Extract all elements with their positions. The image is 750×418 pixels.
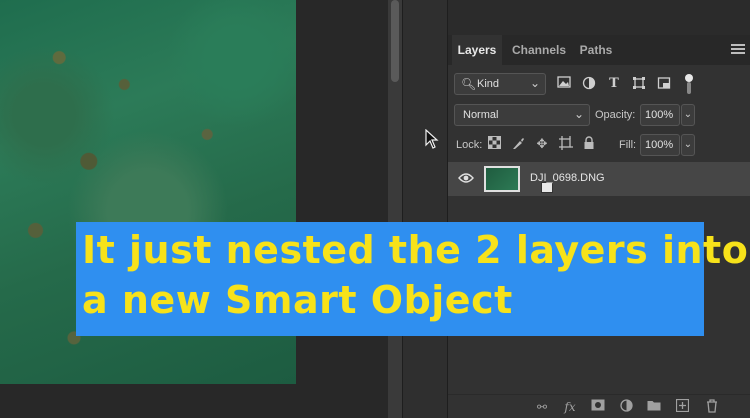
lock-position-icon[interactable]: ✥ <box>534 136 550 152</box>
lock-image-pixels-icon[interactable] <box>510 136 526 152</box>
filter-kind-label: Kind <box>477 78 500 90</box>
opacity-input[interactable]: 100% <box>640 104 680 126</box>
opacity-slider-toggle[interactable]: ⌄ <box>681 104 695 126</box>
chevron-down-icon: ⌄ <box>529 76 540 90</box>
document-canvas-area[interactable] <box>0 0 388 418</box>
layers-panel: Layers Channels Paths 🔍︎ Kind ⌄ T Normal… <box>447 0 750 418</box>
panel-menu-icon[interactable] <box>731 44 745 56</box>
layer-thumbnail[interactable] <box>484 166 553 193</box>
chevron-down-icon: ⌄ <box>573 107 584 121</box>
layer-row[interactable]: DJI_0698.DNG <box>448 162 750 196</box>
new-group-icon[interactable] <box>646 399 662 415</box>
caption-line-1: It just nested the 2 layers into <box>82 228 749 272</box>
panel-dock-gap <box>402 0 447 418</box>
layer-name[interactable]: DJI_0698.DNG <box>530 172 605 184</box>
fill-value: 100% <box>645 139 674 151</box>
toggle-knob <box>685 74 693 82</box>
lock-all-icon[interactable] <box>581 136 597 152</box>
mouse-pointer-icon <box>425 129 439 149</box>
lock-transparent-pixels-icon[interactable] <box>486 136 502 152</box>
tab-channels[interactable]: Channels <box>506 35 572 65</box>
layer-style-icon[interactable]: fx <box>562 399 578 415</box>
adjustment-layer-icon[interactable] <box>618 399 634 415</box>
blend-mode-select[interactable]: Normal ⌄ <box>454 104 590 126</box>
smart-object-filter-icon[interactable] <box>656 76 672 92</box>
add-mask-icon[interactable] <box>590 399 606 415</box>
blend-mode-value: Normal <box>463 109 499 121</box>
new-layer-icon[interactable] <box>674 398 690 415</box>
layer-filter-kind-select[interactable]: 🔍︎ Kind ⌄ <box>454 73 546 95</box>
image-filter-icon[interactable] <box>556 76 572 92</box>
search-icon: 🔍︎ <box>461 77 477 91</box>
tab-layers[interactable]: Layers <box>452 35 502 65</box>
delete-layer-icon[interactable] <box>704 399 720 415</box>
filter-toggle-switch[interactable] <box>684 72 694 96</box>
adjustment-filter-icon[interactable] <box>581 76 597 92</box>
fill-slider-toggle[interactable]: ⌄ <box>681 134 695 156</box>
canvas-scrollbar-thumb[interactable] <box>391 0 399 82</box>
lock-label: Lock: <box>456 139 483 151</box>
opacity-value: 100% <box>645 109 674 121</box>
fill-label: Fill: <box>619 139 637 151</box>
toggle-stem <box>687 82 691 94</box>
layers-bottom-toolbar: ⚯ fx <box>448 394 750 418</box>
tab-paths[interactable]: Paths <box>574 35 618 65</box>
eye-visibility-icon[interactable] <box>458 171 474 187</box>
shape-filter-icon[interactable] <box>631 76 647 92</box>
lock-artboard-icon[interactable] <box>558 136 574 152</box>
panel-tab-bar: Layers Channels Paths <box>448 35 750 65</box>
type-filter-icon[interactable]: T <box>606 76 622 92</box>
caption-overlay: It just nested the 2 layers into a new S… <box>76 222 748 336</box>
opacity-label: Opacity: <box>595 109 636 121</box>
caption-line-2: a new Smart Object <box>82 278 513 322</box>
link-layers-icon[interactable]: ⚯ <box>534 399 550 415</box>
fill-input[interactable]: 100% <box>640 134 680 156</box>
panel-header-strip <box>448 0 750 35</box>
